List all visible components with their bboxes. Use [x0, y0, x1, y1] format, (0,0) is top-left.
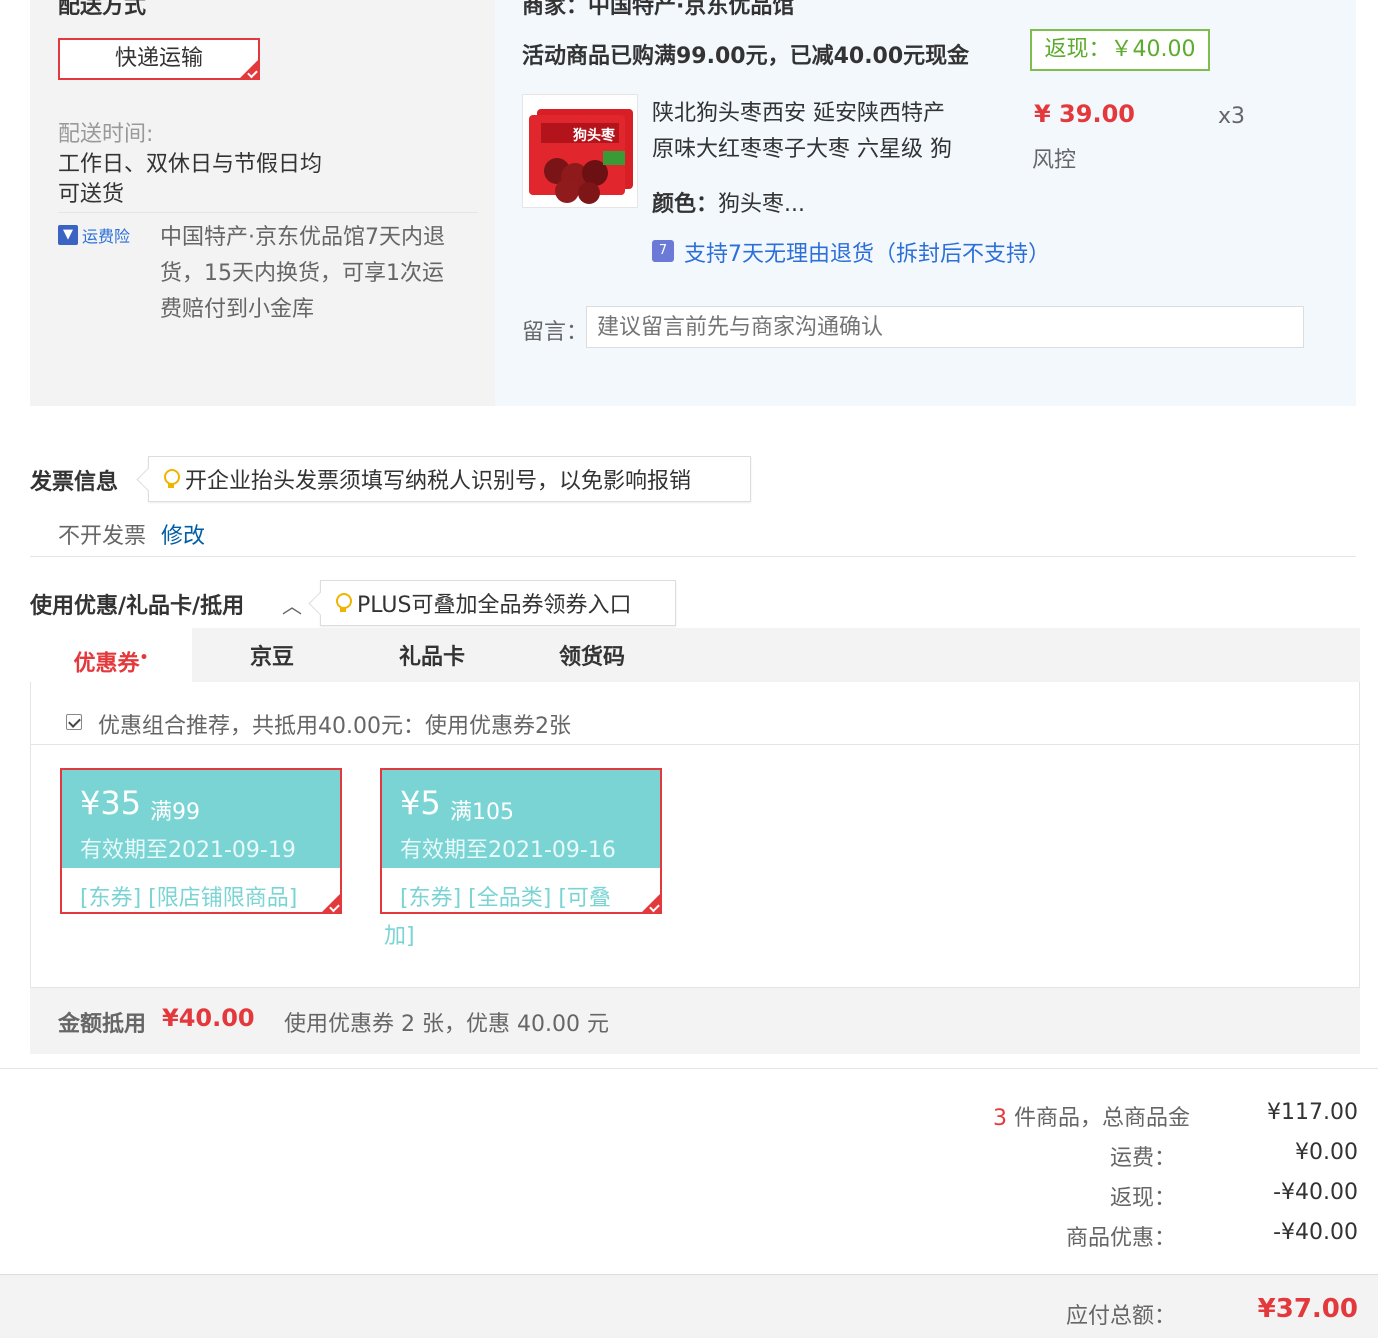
product-quantity: x3	[1218, 104, 1246, 129]
items-total-label: 3 件商品，总商品金	[900, 1100, 1190, 1132]
coupon-divider	[31, 744, 1359, 745]
coupon-amount: ¥5	[400, 784, 441, 822]
recommend-checkbox[interactable]	[66, 714, 82, 730]
invoice-edit-link[interactable]: 修改	[161, 518, 205, 550]
totals-divider	[0, 1068, 1378, 1069]
freight-insurance-badge: ▼ 运费险	[58, 224, 130, 246]
discount-section-title: 使用优惠/礼品卡/抵用	[30, 594, 245, 619]
delivery-time-value-2: 可送货	[58, 182, 125, 207]
risk-control-label: 风控	[1032, 148, 1077, 173]
tab-jingdou[interactable]: 京豆	[192, 628, 352, 682]
product-title[interactable]: 陕北狗头枣西安 延安陕西特产 原味大红枣枣子大枣 六星级 狗	[652, 96, 952, 168]
memo-input[interactable]	[586, 306, 1304, 348]
coupon-tags-overflow: 加]	[384, 924, 415, 949]
cashback-label: 返现：	[1109, 1186, 1176, 1211]
coupon-condition: 满105	[450, 800, 514, 825]
express-shipping-label: 快递运输	[114, 46, 203, 71]
delivery-time-value-1: 工作日、双休日与节假日均	[58, 152, 323, 177]
jujube-bag-image	[529, 109, 633, 204]
insurance-line: 费赔付到小金库	[160, 297, 315, 322]
product-image-caption: 狗头枣	[573, 128, 615, 144]
items-total-amount: ¥117.00	[1267, 1100, 1358, 1125]
tab-coupons[interactable]: 优惠券•	[30, 628, 192, 682]
items-total-text: 件商品，总商品金	[1013, 1106, 1190, 1131]
insurance-description: 中国特产·京东优品馆7天内退 货，15天内换货，可享1次运 费赔付到小金库	[160, 220, 445, 328]
insurance-line: 货，15天内换货，可享1次运	[160, 261, 444, 286]
color-label: 颜色：	[652, 192, 719, 217]
delivery-time-label: 配送时间:	[58, 122, 154, 147]
coupon-header: ¥35 满99 有效期至2021-09-19	[62, 770, 340, 868]
product-discount-label: 商品优惠：	[1065, 1226, 1176, 1251]
shipping-fee-label: 运费：	[1109, 1146, 1176, 1171]
memo-label: 留言：	[522, 320, 589, 345]
tab-pickup-code[interactable]: 领货码	[512, 628, 672, 682]
item-count: 3	[992, 1106, 1007, 1131]
chevron-up-icon[interactable]: ︿	[282, 590, 302, 619]
tab-coupons-label: 优惠券	[73, 651, 140, 677]
return-policy-link[interactable]: 支持7天无理由退货（拆封后不支持）	[684, 236, 1050, 268]
freight-insurance-label: 运费险	[82, 227, 131, 246]
invoice-title: 发票信息	[30, 470, 119, 495]
selected-check-icon	[642, 894, 660, 912]
plus-coupon-tip[interactable]: PLUS可叠加全品券领券入口	[320, 580, 676, 626]
insurance-line: 中国特产·京东优品馆7天内退	[160, 225, 445, 250]
express-shipping-option[interactable]: 快递运输	[58, 38, 260, 80]
coupon-expiry: 有效期至2021-09-19	[80, 838, 296, 863]
coupon-card[interactable]: ¥5 满105 有效期至2021-09-16 [东券] [全品类] [可叠	[380, 768, 662, 914]
product-price: ¥ 39.00	[1034, 100, 1135, 128]
coupon-tags: [东券] [限店铺限商品]	[80, 886, 298, 911]
shield-icon: ▼	[58, 225, 78, 245]
discount-summary-amount: ¥40.00	[162, 1004, 255, 1032]
invoice-tip-text: 开企业抬头发票须填写纳税人识别号，以免影响报销	[185, 469, 692, 494]
discount-summary-label: 金额抵用	[58, 1012, 147, 1037]
product-image[interactable]: 狗头枣	[522, 94, 638, 208]
cashback-badge: 返现：￥40.00	[1030, 29, 1210, 71]
discount-summary-text: 使用优惠券 2 张，优惠 40.00 元	[284, 1012, 609, 1037]
shipping-fee-amount: ¥0.00	[1295, 1140, 1358, 1165]
coupon-amount: ¥35	[80, 784, 142, 822]
recommend-text: 优惠组合推荐，共抵用40.00元：使用优惠券2张	[98, 714, 571, 739]
coupon-tags: [东券] [全品类] [可叠	[400, 886, 611, 911]
tab-active-dot: •	[139, 650, 149, 666]
payable-amount: ¥37.00	[1257, 1294, 1358, 1324]
product-title-line: 陕北狗头枣西安 延安陕西特产	[652, 101, 945, 126]
coupon-card[interactable]: ¥35 满99 有效期至2021-09-19 [东券] [限店铺限商品]	[60, 768, 342, 914]
seven-day-return-icon: 7	[652, 240, 674, 262]
product-color: 颜色：狗头枣...	[652, 186, 805, 218]
product-title-line: 原味大红枣枣子大枣 六星级 狗	[652, 137, 952, 162]
selected-check-icon	[322, 894, 340, 912]
discount-tabs: 优惠券• 京豆 礼品卡 领货码	[30, 628, 1360, 682]
cashback-amount: -¥40.00	[1273, 1180, 1358, 1205]
invoice-divider	[30, 556, 1356, 557]
coupon-header: ¥5 满105 有效期至2021-09-16	[382, 770, 660, 868]
product-discount-amount: -¥40.00	[1273, 1220, 1358, 1245]
invoice-tip: 开企业抬头发票须填写纳税人识别号，以免影响报销	[148, 456, 751, 502]
tab-gift-card[interactable]: 礼品卡	[352, 628, 512, 682]
merchant-name: 商家：中国特产·京东优品馆	[522, 0, 795, 19]
lightbulb-icon	[335, 592, 352, 614]
shipping-divider	[58, 212, 478, 213]
shipping-section-title: 配送方式	[58, 0, 147, 19]
selected-check-icon	[240, 60, 258, 78]
color-value: 狗头枣...	[718, 192, 805, 217]
invoice-status: 不开发票	[58, 524, 147, 549]
plus-coupon-tip-text: PLUS可叠加全品券领券入口	[357, 593, 632, 618]
lightbulb-icon	[163, 468, 180, 490]
coupon-expiry: 有效期至2021-09-16	[400, 838, 616, 863]
coupon-condition: 满99	[150, 800, 200, 825]
payable-label: 应付总额：	[1065, 1304, 1176, 1329]
promo-text: 活动商品已购满99.00元，已减40.00元现金	[522, 44, 970, 69]
